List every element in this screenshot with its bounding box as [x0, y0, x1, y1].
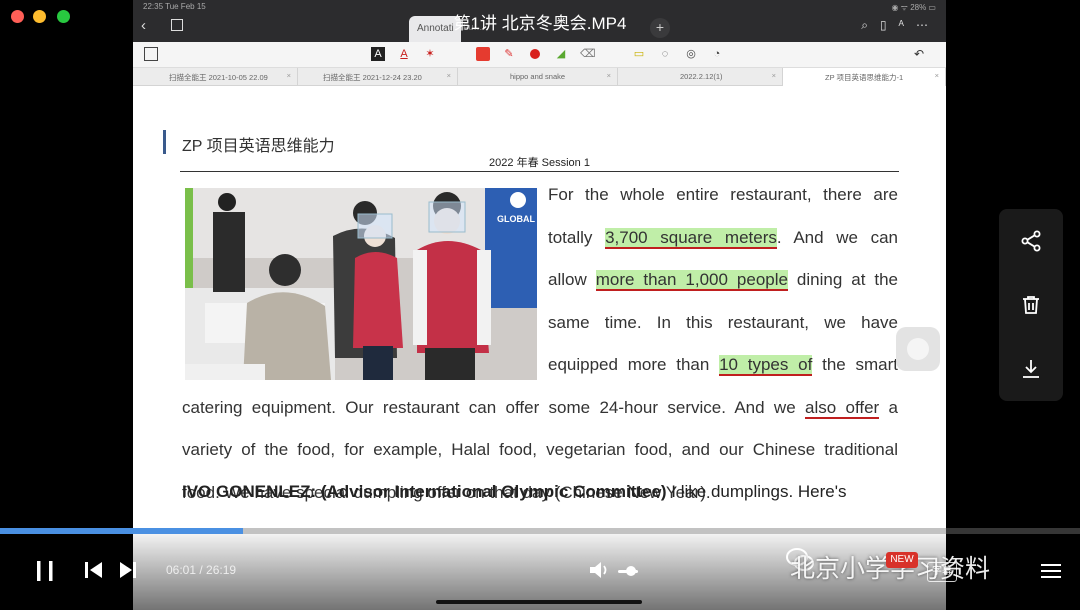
- strike-tool-icon: ✶: [425, 48, 435, 60]
- pause-icon[interactable]: [34, 560, 56, 587]
- next-icon[interactable]: [118, 561, 138, 584]
- tab-close-icon: ×: [934, 71, 939, 80]
- document-tab-active: ZP 项目英语思维能力-1 ×: [783, 68, 946, 86]
- highlight-types: 10 types of: [719, 355, 813, 376]
- shape-tool-icon: ◔: [713, 48, 721, 60]
- text-tool-icon: A: [371, 47, 385, 61]
- download-icon[interactable]: [1019, 357, 1043, 381]
- document-tab: 扫描全能王 2021-12-24 23.20 ×: [298, 68, 458, 86]
- session-label: 2022 年春 Session 1: [489, 157, 590, 169]
- window-title: 第1讲 北京冬奥会.MP4: [453, 14, 627, 33]
- heading-accent-bar: [163, 130, 166, 154]
- video-frame: 22:35 Tue Feb 15 ◉ ᯤ 28% ▭ ‹ Annotati Fu…: [133, 0, 946, 610]
- eraser-icon: ⌫: [580, 48, 596, 60]
- highlighter-icon: [476, 47, 490, 61]
- underline-also-offer: also offer: [804, 398, 880, 419]
- highlight-people: more than 1,000 people: [595, 270, 788, 291]
- pen-icon: ✎: [504, 48, 514, 60]
- document-tab-row: 扫描全能王 2021-10-05 22.09 × 扫描全能王 2021-12-24…: [133, 68, 946, 86]
- body-line: totally 3,700 square meters. And we can: [548, 228, 899, 249]
- lasso-icon: ◌: [661, 48, 669, 60]
- delete-icon[interactable]: [1019, 293, 1043, 317]
- page-heading: ZP 项目英语思维能力: [182, 138, 335, 155]
- side-action-panel: [999, 209, 1063, 401]
- restaurant-photo: GLOBAL: [185, 188, 537, 380]
- body-line: variety of the food, for example, Halal …: [182, 440, 898, 459]
- new-badge: NEW: [886, 552, 918, 568]
- body-line: equipped more than 10 types of the smart: [548, 355, 898, 376]
- comment-icon: ▭: [633, 48, 645, 60]
- tab-close-icon: ×: [771, 71, 776, 80]
- body-line: same time. In this restaurant, we have: [548, 313, 898, 332]
- red-dot-icon: [528, 47, 542, 61]
- undo-icon: ↶: [913, 47, 925, 61]
- body-line: allow more than 1,000 people dining at t…: [548, 270, 898, 291]
- previous-icon[interactable]: [84, 561, 104, 584]
- heading-rule: [180, 171, 899, 172]
- text-color-icon: A: [400, 48, 408, 60]
- time-readout: 06:01 / 26:19: [166, 563, 237, 577]
- interview-line: IVO GONENLEZ: (Advisor International Oly…: [182, 482, 847, 501]
- document-tab: 2022.2.12(1) ×: [618, 68, 783, 86]
- document-tab: 扫描全能王 2021-10-05 22.09 ×: [133, 68, 298, 86]
- tab-close-icon: ×: [446, 71, 451, 80]
- marker-icon: ◢: [556, 48, 566, 60]
- tab-close-icon: ×: [606, 71, 611, 80]
- subtitle-button[interactable]: 字幕: [927, 562, 957, 582]
- volume-icon[interactable]: [588, 560, 612, 580]
- share-icon[interactable]: [1019, 229, 1043, 253]
- highlight-square-meters: 3,700 square meters: [605, 228, 777, 249]
- volume-knob[interactable]: [626, 566, 636, 576]
- select-box-icon: [144, 47, 158, 61]
- tab-close-icon: ×: [286, 71, 291, 80]
- assistive-touch-button: [896, 327, 940, 371]
- body-line: For the whole entire restaurant, there a…: [548, 185, 898, 204]
- annotation-toolbar: A A ✶ ✎ ◢ ⌫ ▭ ◌ ◎ ◔ ↶: [133, 42, 946, 68]
- body-line: catering equipment. Our restaurant can o…: [182, 398, 899, 419]
- playlist-icon[interactable]: [1040, 562, 1062, 580]
- document-tab: hippo and snake ×: [458, 68, 618, 86]
- photo-badge-text: GLOBAL: [497, 214, 535, 224]
- shape-icon: ◎: [686, 48, 696, 60]
